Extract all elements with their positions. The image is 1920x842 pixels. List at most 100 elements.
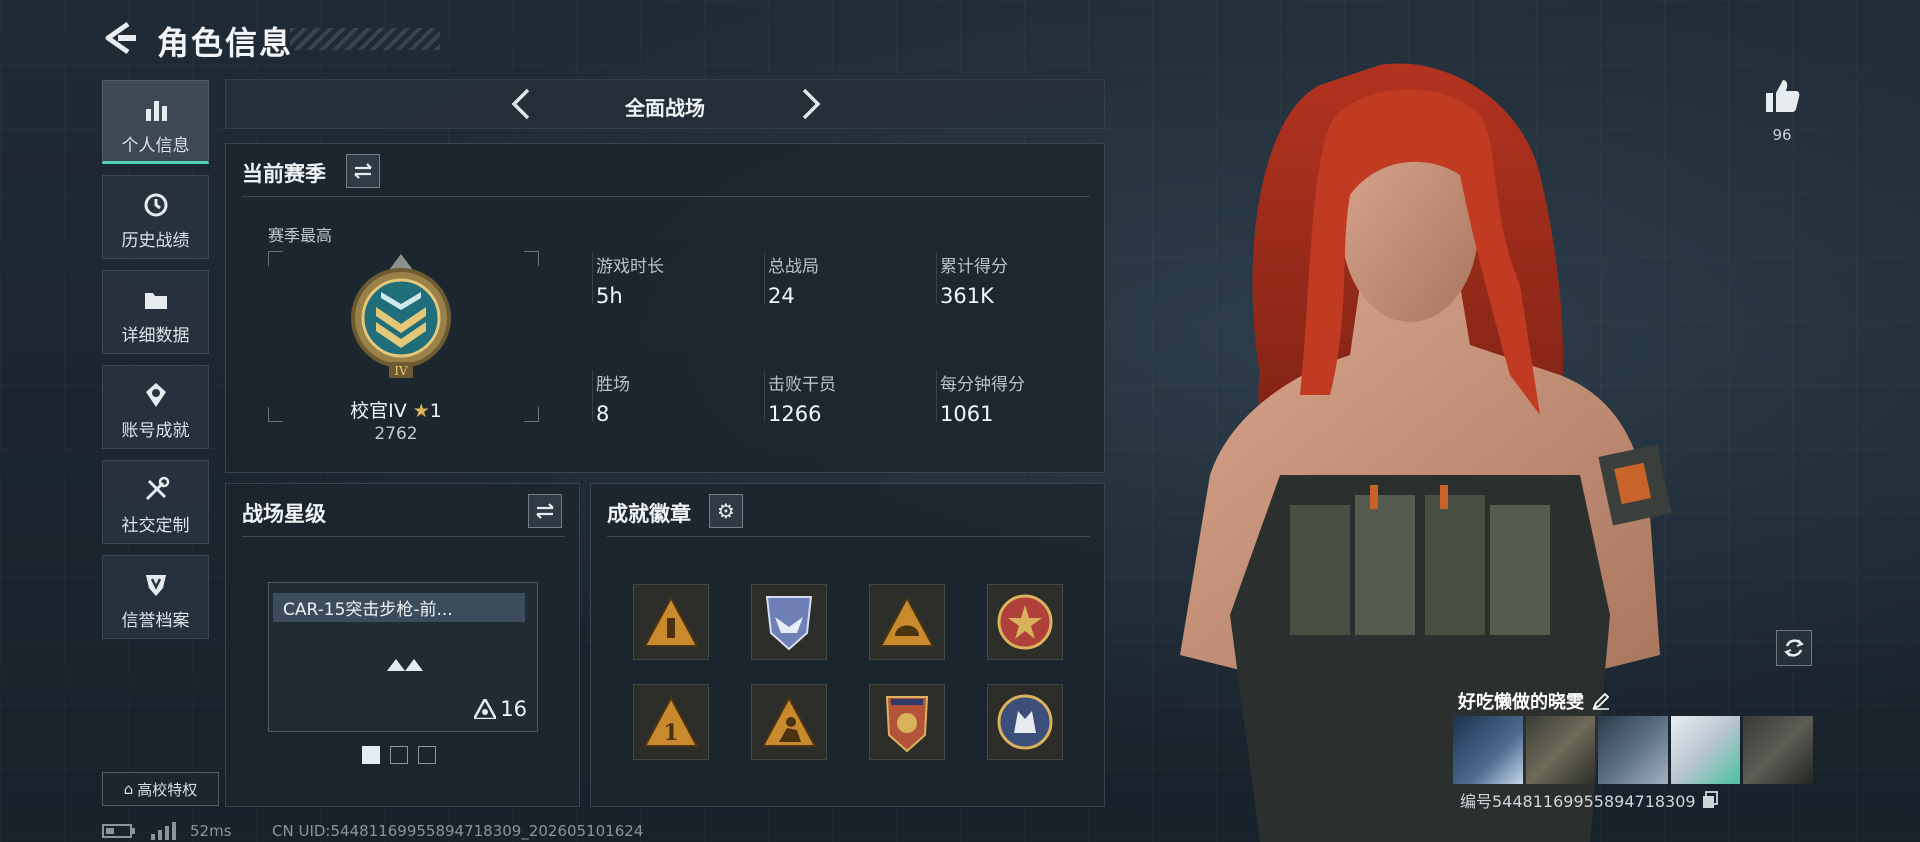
nav-reputation[interactable]: 信誉档案 (102, 555, 209, 639)
badge-tile[interactable] (987, 684, 1063, 760)
campus-label: 高校特权 (137, 780, 198, 799)
next-mode-icon[interactable] (792, 86, 828, 122)
badge-tile[interactable] (869, 584, 945, 660)
page-title: 角色信息 (157, 24, 294, 62)
stat-value: 5h (596, 284, 623, 308)
star-level-value-row: 16 (474, 697, 527, 721)
nav-account-achievements[interactable]: 账号成就 (102, 365, 209, 449)
stat-divider (592, 370, 593, 422)
banner-segment (1453, 716, 1523, 784)
player-uid-row: 编号5448116995589471830​9 (1460, 788, 1718, 812)
frame-corner (524, 407, 539, 422)
page-dot[interactable] (390, 746, 408, 764)
player-uid: 编号5448116995589471830​9 (1460, 792, 1696, 811)
like-count: 96 (1772, 126, 1792, 144)
svg-text:1: 1 (663, 720, 678, 746)
folder-icon (144, 293, 167, 309)
nav-history[interactable]: 历史战绩 (102, 175, 209, 259)
badges-settings-button[interactable]: ⚙ (709, 494, 743, 528)
badge-tile[interactable] (987, 584, 1063, 660)
season-title: 当前赛季 (242, 162, 326, 186)
uid-line: CN UID:5448116995589471830​9_20260510162… (272, 822, 644, 840)
divider (242, 196, 1090, 197)
rank-emblem-icon: IV (351, 254, 451, 378)
page-dot-active[interactable] (362, 746, 380, 764)
gear-icon: ⚙ (717, 499, 735, 523)
page-indicator (362, 746, 436, 764)
player-name-row: 好吃懒做的晓雯 (1458, 688, 1610, 714)
star-level-title: 战场星级 (242, 502, 326, 526)
nav-personal-info[interactable]: 个人信息 (102, 80, 209, 164)
wolf-circle-badge-icon (997, 694, 1053, 750)
soldier-triangle-badge-icon (761, 696, 817, 747)
frame-corner (268, 251, 283, 266)
stat-divider (764, 252, 765, 304)
achievement-icon (145, 383, 166, 407)
divider (607, 536, 1090, 537)
weapon-star-card[interactable]: CAR-15突击步枪-前... 16 (268, 582, 538, 732)
number-one-triangle-badge-icon: 1 (643, 696, 699, 747)
banner-segment (1743, 716, 1813, 784)
thumbs-up-icon[interactable] (1762, 76, 1802, 116)
rank-name: 校官IV (350, 400, 407, 422)
stat-label: 累计得分 (940, 257, 1008, 277)
signal-icon (151, 822, 176, 840)
current-season-panel: 当前赛季 赛季最高 IV 校官IV ★1 2762 游戏时长 5h 总战局 24… (225, 143, 1105, 473)
rotate-icon (1784, 639, 1804, 657)
history-clock-icon (144, 193, 167, 217)
star-emblem-badge-icon (997, 594, 1053, 650)
stat-divider (764, 370, 765, 422)
ammo-triangle-badge-icon (643, 596, 699, 647)
ping-value: 52ms (190, 822, 232, 840)
stat-value: 1266 (768, 402, 822, 426)
edit-pencil-icon[interactable] (1592, 692, 1610, 710)
star-level-switch-button[interactable] (528, 494, 562, 528)
stat-value: 361K (940, 284, 994, 308)
badge-tile[interactable] (751, 584, 827, 660)
back-arrow-icon[interactable] (100, 18, 140, 58)
stat-divider (936, 252, 937, 304)
title-decoration (290, 28, 440, 50)
stat-divider (592, 252, 593, 304)
frame-corner (524, 251, 539, 266)
star-level-icon (474, 699, 497, 719)
player-name: 好吃懒做的晓雯 (1458, 692, 1584, 713)
tools-icon (145, 476, 169, 501)
nav-label: 详细数据 (121, 326, 190, 346)
nav-social-custom[interactable]: 社交定制 (102, 460, 209, 544)
stat-divider (936, 370, 937, 422)
stat-label: 每分钟得分 (940, 375, 1025, 395)
player-card-banner[interactable] (1453, 716, 1813, 784)
stat-value: 24 (768, 284, 795, 308)
weapon-name: CAR-15突击步枪-前... (273, 593, 525, 622)
stat-label: 胜场 (596, 375, 630, 395)
page-dot[interactable] (418, 746, 436, 764)
mode-switcher: 全面战场 (225, 79, 1105, 129)
rank-star-icon: ★ (412, 400, 430, 422)
star-shield-badge-icon (885, 696, 929, 753)
campus-privilege-button[interactable]: ⌂ 高校特权 (102, 772, 219, 806)
swap-icon (354, 163, 372, 179)
badge-tile[interactable] (633, 584, 709, 660)
badges-title: 成就徽章 (607, 502, 691, 526)
stat-label: 击败干员 (768, 375, 836, 395)
rotate-model-button[interactable] (1776, 630, 1812, 666)
season-switch-button[interactable] (346, 154, 380, 188)
rank-row: 校官IV ★1 (268, 396, 524, 423)
nav-label: 账号成就 (121, 421, 190, 441)
badge-tile[interactable]: 1 (633, 684, 709, 760)
campus-icon: ⌂ (123, 780, 134, 798)
nav-label: 个人信息 (121, 136, 190, 156)
season-best-label: 赛季最高 (268, 226, 333, 245)
bar-chart-icon (145, 101, 167, 121)
rank-points: 2762 (374, 424, 418, 444)
stat-label: 游戏时长 (596, 257, 664, 277)
shield-icon (145, 575, 166, 596)
nav-detailed-data[interactable]: 详细数据 (102, 270, 209, 354)
battery-icon (102, 824, 135, 838)
badge-tile[interactable] (751, 684, 827, 760)
banner-segment (1525, 716, 1596, 784)
mode-label: 全面战场 (625, 96, 705, 120)
badge-tile[interactable] (869, 684, 945, 760)
copy-icon[interactable] (1702, 791, 1718, 809)
